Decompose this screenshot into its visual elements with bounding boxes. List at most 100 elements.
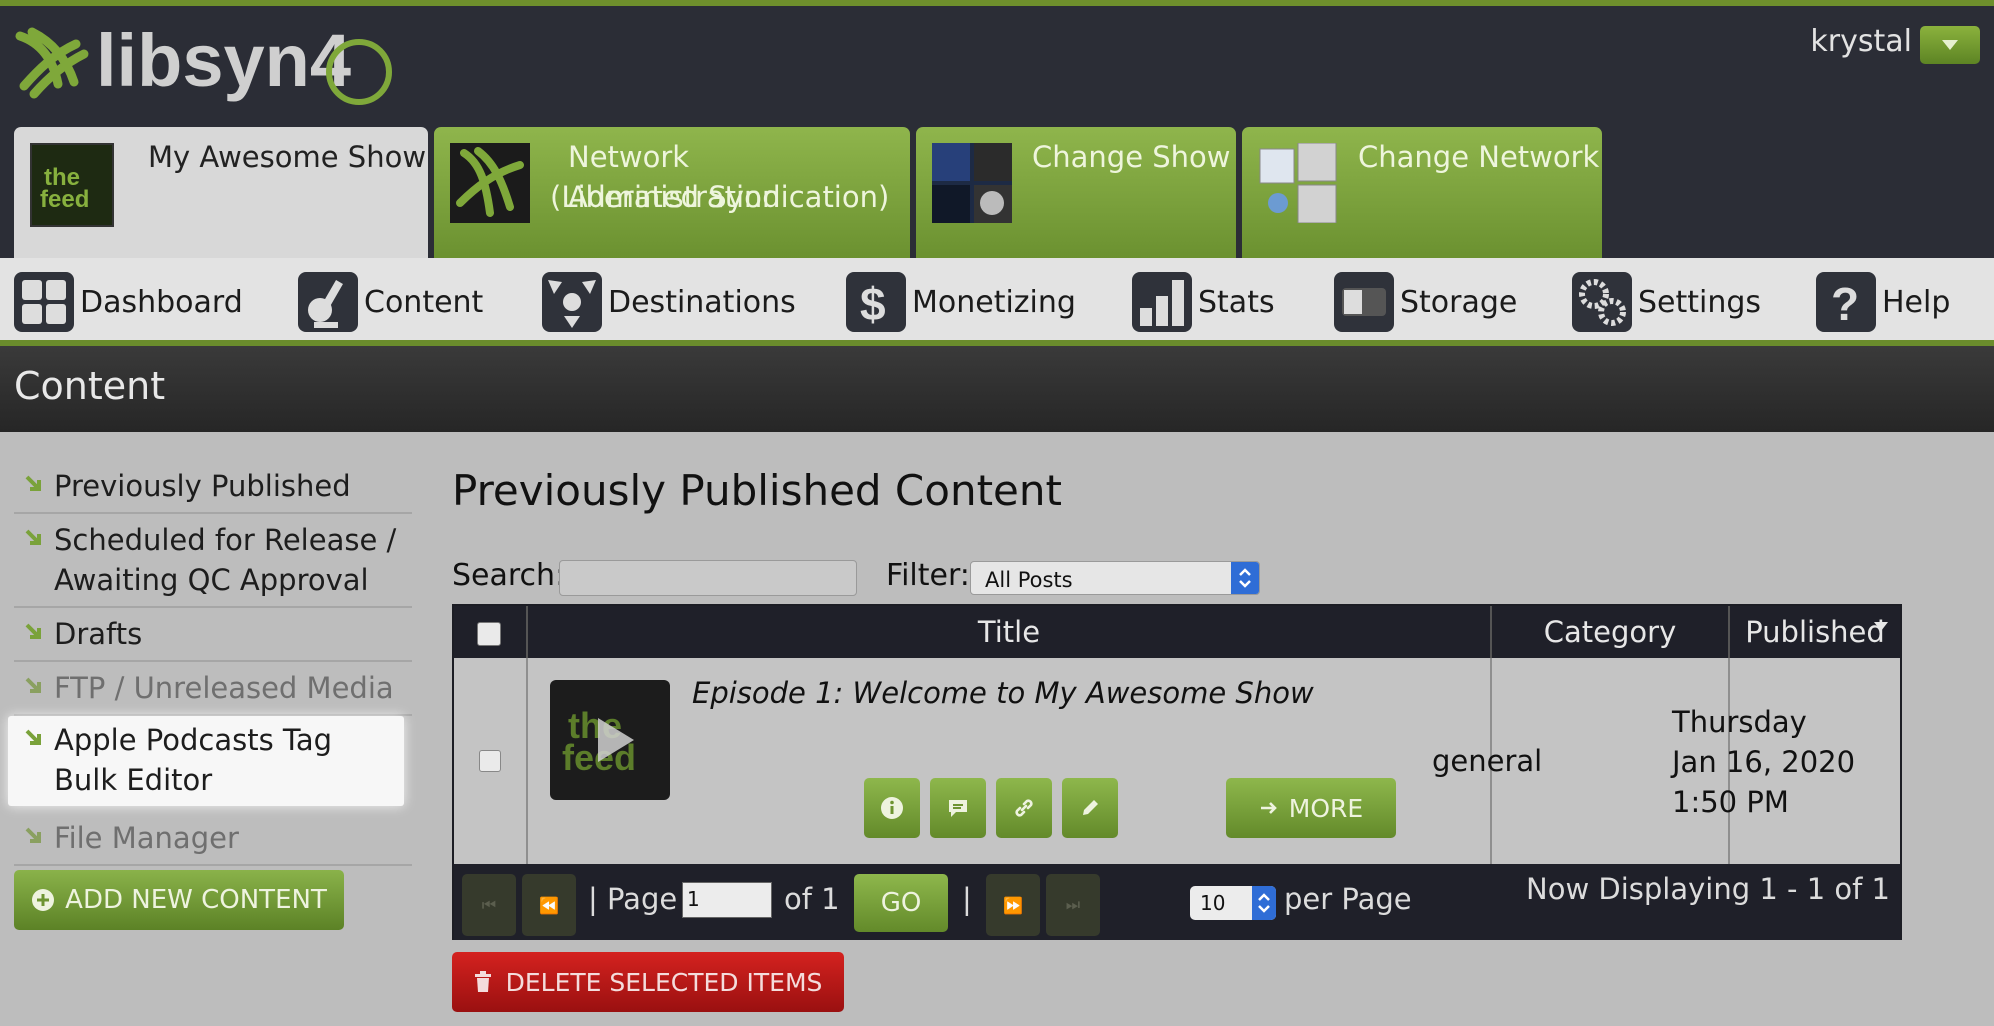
next-page-button[interactable]: ⏩ — [986, 874, 1040, 936]
sidebar-item-label: Drafts — [54, 617, 143, 651]
svg-text:feed: feed — [40, 186, 89, 213]
sort-desc-icon — [1874, 622, 1888, 631]
nav-storage[interactable]: Storage — [1334, 270, 1517, 334]
arrow-down-right-icon — [25, 623, 41, 639]
tab-network-administration[interactable]: Network Administration (Liberated Syndic… — [434, 127, 910, 258]
tab-label-line2: (Liberated Syndication) — [550, 180, 890, 214]
column-header-category[interactable]: Category — [1492, 606, 1730, 658]
column-header-title[interactable]: Title — [528, 606, 1492, 658]
column-header-label: Published — [1745, 615, 1885, 649]
add-new-content-button[interactable]: ADD NEW CONTENT — [14, 870, 344, 930]
column-header-published[interactable]: Published — [1730, 606, 1900, 658]
tab-change-show[interactable]: Change Show — [916, 127, 1236, 258]
pencil-icon — [1083, 800, 1098, 815]
section-bar — [0, 346, 1994, 432]
sidebar-item-scheduled[interactable]: Scheduled for Release / Awaiting QC Appr… — [14, 516, 412, 608]
filter-label: Filter: — [886, 558, 970, 593]
destinations-icon — [542, 272, 602, 332]
search-input[interactable] — [559, 560, 857, 596]
per-page-label: per Page — [1284, 882, 1412, 916]
trash-icon — [474, 971, 491, 992]
nav-settings[interactable]: Settings — [1572, 270, 1761, 334]
comment-icon — [949, 800, 967, 817]
info-button[interactable] — [864, 778, 920, 838]
search-label: Search: — [452, 558, 566, 593]
delete-selected-button[interactable]: DELETE SELECTED ITEMS — [452, 952, 844, 1012]
add-new-content-label: ADD NEW CONTENT — [65, 885, 327, 915]
row-checkbox[interactable] — [479, 750, 501, 772]
arrow-down-right-icon — [25, 529, 41, 545]
nav-label: Content — [364, 284, 484, 320]
tab-change-network[interactable]: Change Network — [1242, 127, 1602, 258]
nav-monetizing[interactable]: $ Monetizing — [846, 270, 1076, 334]
page-label: | Page — [588, 882, 678, 916]
nav-content[interactable]: Content — [298, 270, 483, 334]
arrow-down-right-icon — [25, 475, 41, 491]
comments-button[interactable] — [930, 778, 986, 838]
tab-my-awesome-show[interactable]: the feed My Awesome Show — [14, 127, 428, 258]
main-nav: Dashboard Content Destinations $ Monetiz… — [0, 258, 1994, 346]
category-cell: general — [1432, 744, 1543, 778]
show-thumbnails-icon — [932, 143, 1012, 223]
arrow-down-right-icon — [25, 677, 41, 693]
select-arrows-icon — [1231, 562, 1259, 594]
sidebar-item-file-manager[interactable]: File Manager — [14, 814, 412, 866]
published-day: Thursday — [1672, 705, 1807, 739]
next-page-icon: ⏩ — [1003, 895, 1023, 915]
sidebar-item-label: FTP / Unreleased Media — [54, 671, 394, 705]
nav-label: Settings — [1638, 284, 1762, 320]
nav-stats[interactable]: Stats — [1132, 270, 1275, 334]
first-page-button[interactable]: ⏮ — [462, 874, 516, 936]
nav-label: Help — [1882, 284, 1951, 320]
more-button[interactable]: MORE — [1226, 778, 1396, 838]
stats-icon — [1132, 272, 1192, 332]
edit-button[interactable] — [1062, 778, 1118, 838]
select-all-checkbox[interactable] — [477, 622, 501, 646]
per-page-select[interactable]: 10 — [1190, 886, 1276, 920]
published-cell: Thursday Jan 16, 2020 1:50 PM — [1672, 702, 1855, 822]
sidebar-item-label: Previously Published — [54, 469, 351, 503]
episode-title-link[interactable]: Episode 1: Welcome to My Awesome Show — [692, 676, 1314, 710]
sidebar-item-label: File Manager — [54, 821, 239, 855]
select-arrows-icon — [1252, 886, 1276, 920]
dashboard-icon — [14, 272, 74, 332]
info-icon — [881, 797, 903, 819]
prev-page-button[interactable]: ⏪ — [522, 874, 576, 936]
sidebar-item-apple-podcasts-tag-editor[interactable]: Apple Podcasts Tag Bulk Editor — [8, 716, 404, 806]
episode-artwork[interactable]: thefeed — [550, 680, 670, 800]
filter-value: All Posts — [985, 568, 1073, 592]
page-number-input[interactable]: 1 — [682, 882, 772, 918]
nav-dashboard[interactable]: Dashboard — [14, 270, 243, 334]
nav-label: Stats — [1198, 284, 1275, 320]
tab-label: My Awesome Show — [148, 140, 427, 174]
question-icon: ? — [1816, 272, 1876, 332]
prev-page-icon: ⏪ — [539, 895, 559, 915]
filter-select[interactable]: All Posts — [970, 561, 1260, 595]
last-page-icon: ⏭ — [1065, 895, 1081, 914]
first-page-icon: ⏮ — [481, 895, 497, 914]
chevron-down-icon — [1942, 40, 1958, 50]
arrow-right-icon — [1260, 802, 1277, 814]
sidebar-item-previously-published[interactable]: Previously Published — [14, 462, 412, 514]
arrow-down-right-icon — [25, 729, 41, 745]
user-menu-button[interactable] — [1920, 26, 1980, 64]
sidebar-item-ftp-unreleased[interactable]: FTP / Unreleased Media — [14, 664, 412, 716]
page-of-label: of 1 — [784, 882, 840, 916]
gears-icon — [1572, 272, 1632, 332]
show-artwork: the feed — [30, 143, 114, 227]
last-page-button[interactable]: ⏭ — [1046, 874, 1100, 936]
pager: ⏮ ⏪ | Page 1 of 1 GO | ⏩ ⏭ 10 per Page N… — [454, 864, 1900, 940]
nav-help[interactable]: ? Help — [1816, 270, 1950, 334]
more-label: MORE — [1288, 793, 1364, 823]
logo-text: libsyn4 — [96, 24, 351, 102]
nav-label: Destinations — [608, 284, 796, 320]
arrow-down-right-icon — [25, 827, 41, 843]
link-button[interactable] — [996, 778, 1052, 838]
sidebar-item-label: Scheduled for Release / Awaiting QC Appr… — [54, 523, 397, 597]
libsyn-logo[interactable]: libsyn4 — [14, 24, 394, 116]
dollar-icon: $ — [846, 272, 906, 332]
sidebar-item-drafts[interactable]: Drafts — [14, 610, 412, 662]
go-button[interactable]: GO — [854, 874, 948, 932]
nav-destinations[interactable]: Destinations — [542, 270, 796, 334]
svg-text:$: $ — [860, 278, 886, 330]
